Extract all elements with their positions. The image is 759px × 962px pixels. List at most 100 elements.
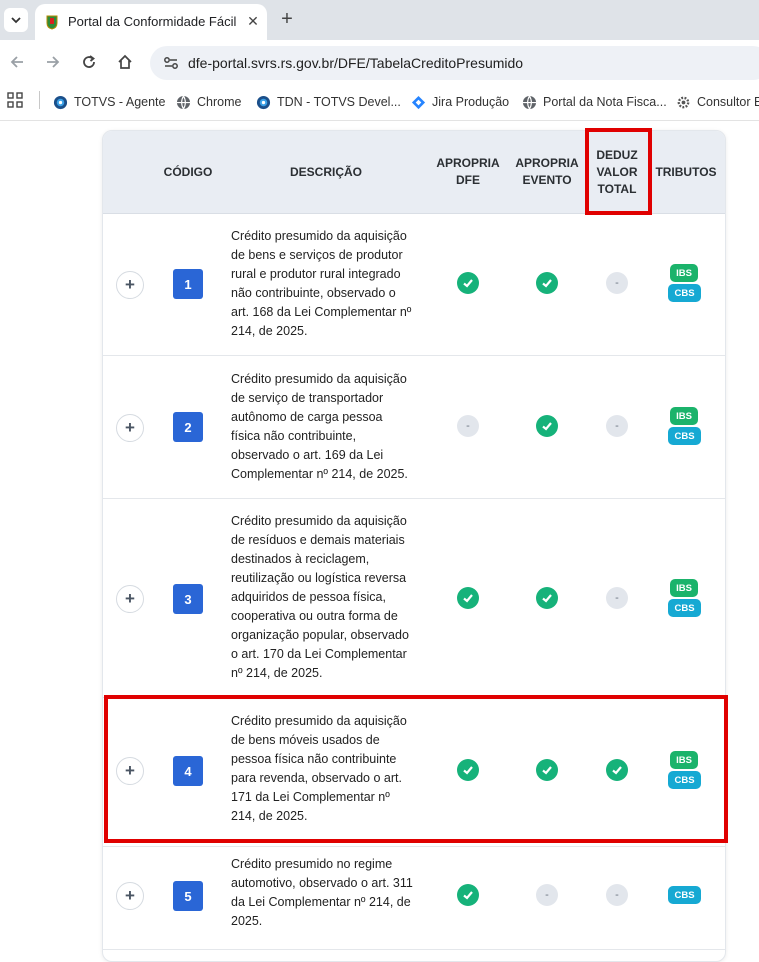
row-description: Crédito presumido da aquisição de resídu… <box>231 512 421 683</box>
tab-strip: Portal da Conformidade Fácil ✕ + <box>0 0 759 40</box>
globe-icon <box>53 95 68 109</box>
description-line: destinados à reciclagem, <box>231 552 370 566</box>
reload-icon <box>83 55 95 68</box>
expand-row-button[interactable]: + <box>116 585 144 613</box>
description-line: autônomo de carga pessoa <box>231 410 383 424</box>
globe-icon <box>256 95 271 109</box>
highlight-box-row-4 <box>104 695 728 843</box>
description-line: art. 168 da Lei Complementar nº <box>231 305 412 319</box>
row-description: Crédito presumido no regime automotivo, … <box>231 855 421 931</box>
header-codigo[interactable]: CÓDIGO <box>153 131 223 213</box>
description-line: organização popular, observado <box>231 628 409 642</box>
bookmarks-separator <box>39 91 40 109</box>
bookmark-label: TDN - TOTVS Devel... <box>277 95 401 109</box>
description-line: de serviço de transportador <box>231 391 384 405</box>
bookmark-portal-nota-fiscal[interactable]: Portal da Nota Fisca... <box>522 92 667 112</box>
description-line: o art. 170 da Lei Complementar <box>231 647 407 661</box>
tab-title: Portal da Conformidade Fácil <box>68 14 237 29</box>
bookmark-label: Chrome <box>197 95 242 109</box>
dash-icon: - <box>606 587 628 609</box>
description-line: Crédito presumido da aquisição <box>231 229 407 243</box>
close-icon[interactable]: ✕ <box>243 11 263 31</box>
check-icon <box>536 415 558 437</box>
cbs-badge: CBS <box>668 284 701 302</box>
check-icon <box>457 272 479 294</box>
dash-icon: - <box>606 415 628 437</box>
table-row: + 2 Crédito presumido da aquisição de se… <box>103 356 725 499</box>
description-line: automotivo, observado o art. 311 <box>231 876 413 890</box>
address-bar[interactable]: dfe-portal.svrs.rs.gov.br/DFE/TabelaCred… <box>150 46 759 80</box>
arrow-left-icon <box>10 56 23 68</box>
back-button[interactable] <box>6 51 28 73</box>
description-line: Crédito presumido da aquisição <box>231 372 407 386</box>
dash-icon: - <box>457 415 479 437</box>
description-line: da Lei Complementar nº 214, de <box>231 895 411 909</box>
apps-grid-icon[interactable] <box>7 92 23 108</box>
browser-tab[interactable]: Portal da Conformidade Fácil ✕ <box>35 4 267 40</box>
header-tributos[interactable]: TRIBUTOS <box>651 131 721 213</box>
bookmark-chrome[interactable]: Chrome <box>176 92 241 112</box>
description-line: adquiridos de pessoa física, <box>231 590 386 604</box>
expand-row-button[interactable]: + <box>116 882 144 910</box>
header-line: APROPRIA <box>515 156 579 170</box>
forward-button[interactable] <box>42 51 64 73</box>
new-tab-button[interactable]: + <box>277 9 297 29</box>
header-apropria-evento[interactable]: APROPRIA EVENTO <box>507 131 587 213</box>
bookmark-tdn-totvs[interactable]: TDN - TOTVS Devel... <box>256 92 401 112</box>
gear-icon <box>677 96 690 108</box>
header-line: EVENTO <box>522 173 572 187</box>
globe-icon <box>176 95 191 110</box>
bookmark-label: Jira Produção <box>432 95 510 109</box>
description-line: rural e produtor rural integrado <box>231 267 401 281</box>
dash-icon: - <box>536 884 558 906</box>
home-icon <box>118 54 132 69</box>
header-line: DFE <box>456 173 480 187</box>
arrow-right-icon <box>47 56 60 68</box>
header-line: APROPRIA <box>436 156 500 170</box>
bookmark-consultor[interactable]: Consultor El <box>676 92 759 112</box>
table-row: + 1 Crédito presumido da aquisição de be… <box>103 213 725 356</box>
header-descricao[interactable]: DESCRIÇÃO <box>231 131 421 213</box>
expand-row-button[interactable]: + <box>116 414 144 442</box>
description-line: física não contribuinte, <box>231 429 357 443</box>
description-line: de bens e serviços de produtor <box>231 248 403 262</box>
cbs-badge: CBS <box>668 427 701 445</box>
description-line: 2025. <box>231 914 263 928</box>
dash-icon: - <box>606 884 628 906</box>
bookmark-totvs-agente[interactable]: TOTVS - Agente <box>53 92 165 112</box>
reload-button[interactable] <box>78 51 100 73</box>
check-icon <box>457 884 479 906</box>
chevron-down-icon <box>11 17 21 24</box>
code-badge: 5 <box>173 881 203 911</box>
code-badge: 2 <box>173 412 203 442</box>
site-settings-icon <box>164 57 178 69</box>
description-line: de resíduos e demais materiais <box>231 533 405 547</box>
description-line: Crédito presumido da aquisição <box>231 514 407 528</box>
tab-search-button[interactable] <box>4 8 28 32</box>
highlight-box-deduz-valor-total <box>585 128 652 215</box>
bookmark-label: Portal da Nota Fisca... <box>543 95 667 109</box>
description-line: cooperativa ou outra forma de <box>231 609 398 623</box>
row-description: Crédito presumido da aquisição de serviç… <box>231 370 421 484</box>
bookmark-label: TOTVS - Agente <box>74 95 166 109</box>
bookmark-label: Consultor El <box>697 95 759 109</box>
description-line: observado o art. 169 da Lei <box>231 448 384 462</box>
home-button[interactable] <box>114 51 136 73</box>
ibs-badge: IBS <box>670 579 698 597</box>
description-line: reutilização ou logística reversa <box>231 571 407 585</box>
check-icon <box>536 587 558 609</box>
description-line: Crédito presumido no regime <box>231 857 393 871</box>
expand-row-button[interactable]: + <box>116 271 144 299</box>
ibs-badge: IBS <box>670 264 698 282</box>
ibs-badge: IBS <box>670 407 698 425</box>
url-text: dfe-portal.svrs.rs.gov.br/DFE/TabelaCred… <box>188 55 524 71</box>
cbs-badge: CBS <box>668 599 701 617</box>
check-icon <box>536 272 558 294</box>
description-line: 214, de 2025. <box>231 324 308 338</box>
dash-icon: - <box>606 272 628 294</box>
globe-icon <box>522 95 537 110</box>
description-line: nº 214, de 2025. <box>231 666 323 680</box>
table-row: + 3 Crédito presumido da aquisição de re… <box>103 499 725 698</box>
header-apropria-dfe[interactable]: APROPRIA DFE <box>428 131 508 213</box>
bookmark-jira-producao[interactable]: Jira Produção <box>411 92 509 112</box>
